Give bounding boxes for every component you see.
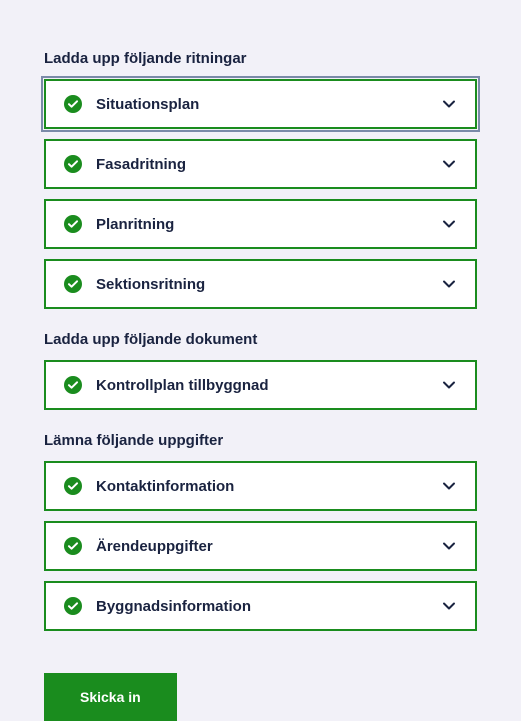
section-title-details: Lämna följande uppgifter — [44, 432, 477, 449]
accordion-item-byggnadsinformation[interactable]: Byggnadsinformation — [44, 581, 477, 631]
accordion-item-fasadritning[interactable]: Fasadritning — [44, 139, 477, 189]
accordion-item-planritning[interactable]: Planritning — [44, 199, 477, 249]
check-circle-icon — [64, 215, 82, 233]
accordion-item-sektionsritning[interactable]: Sektionsritning — [44, 259, 477, 309]
section-title-drawings: Ladda upp följande ritningar — [44, 50, 477, 67]
accordion-item-kontrollplan[interactable]: Kontrollplan tillbyggnad — [44, 360, 477, 410]
chevron-down-icon — [441, 478, 457, 494]
check-circle-icon — [64, 155, 82, 173]
chevron-down-icon — [441, 216, 457, 232]
submit-button[interactable]: Skicka in — [44, 673, 177, 721]
check-circle-icon — [64, 477, 82, 495]
section-title-documents: Ladda upp följande dokument — [44, 331, 477, 348]
check-circle-icon — [64, 95, 82, 113]
chevron-down-icon — [441, 96, 457, 112]
accordion-item-situationsplan[interactable]: Situationsplan — [44, 79, 477, 129]
accordion-item-arendeuppgifter[interactable]: Ärendeuppgifter — [44, 521, 477, 571]
check-circle-icon — [64, 537, 82, 555]
chevron-down-icon — [441, 276, 457, 292]
accordion-label: Ärendeuppgifter — [96, 538, 441, 555]
accordion-label: Sektionsritning — [96, 276, 441, 293]
chevron-down-icon — [441, 538, 457, 554]
accordion-label: Situationsplan — [96, 96, 441, 113]
check-circle-icon — [64, 376, 82, 394]
accordion-item-kontaktinformation[interactable]: Kontaktinformation — [44, 461, 477, 511]
accordion-label: Planritning — [96, 216, 441, 233]
accordion-label: Kontaktinformation — [96, 478, 441, 495]
accordion-label: Kontrollplan tillbyggnad — [96, 377, 441, 394]
accordion-label: Fasadritning — [96, 156, 441, 173]
chevron-down-icon — [441, 598, 457, 614]
chevron-down-icon — [441, 377, 457, 393]
chevron-down-icon — [441, 156, 457, 172]
check-circle-icon — [64, 597, 82, 615]
accordion-label: Byggnadsinformation — [96, 598, 441, 615]
check-circle-icon — [64, 275, 82, 293]
